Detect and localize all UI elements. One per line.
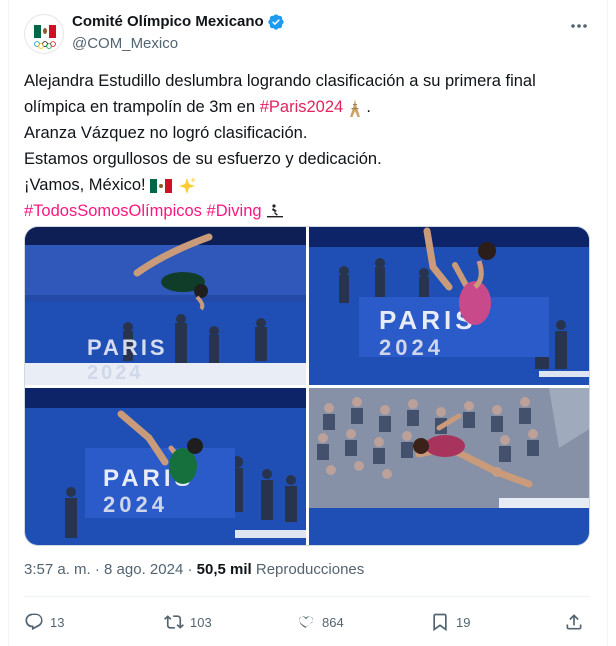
bookmark-count: 19 [456, 614, 471, 630]
tweet-date[interactable]: 8 ago. 2024 [104, 561, 183, 578]
tweet-line-6: #TodosSomosOlímpicos #Diving [24, 198, 592, 224]
watermark-paris: PARIS [87, 335, 168, 360]
bookmark-icon [433, 613, 447, 632]
photo-diver-layout [309, 388, 589, 545]
author-name-text[interactable]: Comité Olímpico Mexicano [72, 12, 264, 32]
tweet-line-5-text: ¡Vamos, México! [24, 176, 151, 194]
reply-count: 13 [50, 614, 65, 630]
watermark-2024: 2024 [379, 335, 444, 360]
tweet-line-2: olímpica en trampolín de 3m en #Paris202… [24, 94, 592, 120]
tweet-line-5: ¡Vamos, México! [24, 172, 592, 198]
meta-divider [24, 596, 590, 597]
like-count: 864 [322, 614, 344, 630]
tweet-header: Comité Olímpico Mexicano @COM_Mexico [24, 12, 594, 56]
eiffel-tower-emoji-icon [349, 98, 360, 117]
photo-diver-backward: PARIS 2024 [309, 227, 589, 385]
bookmark-button[interactable]: 19 [430, 610, 470, 634]
tweet-line-4: Estamos orgullosos de su esfuerzo y dedi… [24, 150, 382, 168]
watermark-2024: 2024 [87, 362, 144, 384]
olympic-rings-icon [34, 41, 56, 49]
author-handle[interactable]: @COM_Mexico [72, 34, 285, 54]
watermark-2024: 2024 [103, 492, 168, 517]
tweet-line-1: Alejandra Estudillo deslumbra logrando c… [24, 72, 536, 90]
photo-diver-pike: PARIS 2024 [25, 227, 306, 385]
more-options-icon[interactable] [568, 16, 590, 36]
reply-icon [25, 613, 43, 631]
views-count: 50,5 mil [196, 561, 252, 578]
tweet-meta: 3:57 a. m. · 8 ago. 2024 · 50,5 mil Repr… [24, 560, 364, 580]
hashtag-todossomosolimpicos[interactable]: #TodosSomosOlímpicos [24, 202, 202, 220]
meta-separator: · [94, 561, 100, 578]
tweet-line-3: Aranza Vázquez no logró clasificación. [24, 124, 308, 142]
avatar[interactable] [24, 14, 64, 54]
hashtag-paris2024[interactable]: #Paris2024 [260, 98, 343, 116]
media-photo-2[interactable]: PARIS 2024 [309, 227, 589, 385]
media-photo-1[interactable]: PARIS 2024 [25, 227, 306, 385]
meta-separator: · [187, 561, 193, 578]
media-photo-4[interactable] [309, 388, 589, 545]
mexico-flag-emoji-icon [150, 178, 173, 193]
author-display-name[interactable]: Comité Olímpico Mexicano [72, 12, 285, 32]
like-button[interactable]: 864 [296, 610, 344, 634]
tweet-actions: 13 103 864 19 [24, 606, 590, 638]
photo-diver-twist: PARIS 2024 [25, 388, 306, 545]
author-names: Comité Olímpico Mexicano @COM_Mexico [72, 12, 285, 54]
sparkles-emoji-icon [178, 176, 196, 194]
media-photo-3[interactable]: PARIS 2024 [25, 388, 306, 545]
views-label: Reproducciones [255, 561, 365, 578]
reply-button[interactable]: 13 [24, 610, 64, 634]
share-icon [566, 614, 582, 630]
diving-pictogram-icon [267, 204, 284, 218]
hashtag-diving[interactable]: #Diving [207, 202, 262, 220]
tweet-time[interactable]: 3:57 a. m. [24, 561, 91, 578]
tweet-line-2-text: olímpica en trampolín de 3m en [24, 98, 260, 116]
share-button[interactable] [564, 610, 590, 634]
repost-button[interactable]: 103 [164, 610, 212, 634]
repost-count: 103 [190, 614, 212, 630]
repost-icon [164, 615, 184, 629]
mexico-flag-icon [34, 25, 56, 38]
tweet-card: Comité Olímpico Mexicano @COM_Mexico Ale… [0, 0, 616, 646]
tweet-line-2-suffix: . [361, 98, 371, 116]
media-grid[interactable]: PARIS 2024 PARIS 2024 PARIS 2024 [24, 226, 590, 546]
tweet-text: Alejandra Estudillo deslumbra logrando c… [24, 68, 592, 224]
heart-icon [299, 616, 313, 629]
verified-badge-icon[interactable] [267, 13, 285, 31]
